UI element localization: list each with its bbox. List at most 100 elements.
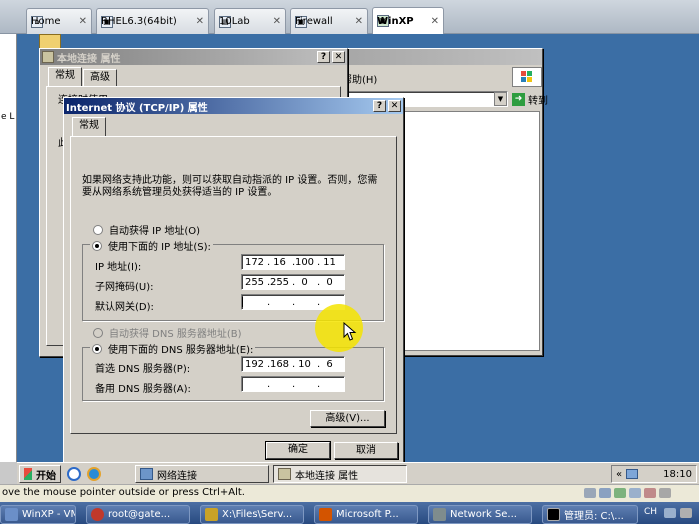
host-status-bar: ove the mouse pointer outside or press C…: [0, 484, 699, 502]
advanced-button[interactable]: 高级(V)...: [310, 410, 385, 427]
preferred-dns-field[interactable]: 192. 168. 10. 6: [241, 356, 345, 372]
host-tab-label: WinXP: [377, 15, 414, 27]
taskbar-item-label: 网络连接: [157, 470, 197, 482]
manual-dns-option[interactable]: 使用下面的 DNS 服务器地址(E):: [90, 341, 256, 356]
ie-icon[interactable]: [87, 467, 101, 481]
help-button[interactable]: ?: [373, 100, 386, 112]
tab-advanced[interactable]: 高级: [83, 69, 117, 86]
folder-icon: [205, 508, 218, 521]
host-tab-firewall[interactable]: ▣ Firewall ✕: [290, 8, 368, 34]
cdrom-icon[interactable]: [599, 488, 611, 498]
ip-octet: 10: [298, 358, 311, 370]
ip-octet: 192: [244, 358, 265, 370]
vm-desktop: 帮助(H) ▼ ➜ 转到 本地连接 属性 ? ✕ 常规 高级 连接时使用: 此: [17, 34, 699, 463]
radio-icon: [92, 240, 102, 251]
subnet-mask-label: 子网掩码(U):: [95, 282, 154, 293]
tray-icon[interactable]: [664, 508, 676, 518]
network-adapter-icon[interactable]: [614, 488, 626, 498]
browser-icon[interactable]: [67, 467, 81, 481]
radio-icon: [92, 343, 102, 354]
gateway-label: 默认网关(D):: [95, 302, 154, 313]
host-tab-rhel[interactable]: ▣ RHEL6.3(64bit) ✕: [96, 8, 209, 34]
host-task-cmd[interactable]: 管理员: C:\...: [542, 505, 638, 524]
taskbar-item-network-connections[interactable]: 网络连接: [135, 465, 269, 483]
host-task-network[interactable]: Network Se...: [428, 505, 532, 524]
preferred-dns-label: 首选 DNS 服务器(P):: [95, 364, 191, 375]
manual-dns-label: 使用下面的 DNS 服务器地址(E):: [108, 345, 254, 356]
taskbar-item-local-connection[interactable]: 本地连接 属性: [273, 465, 407, 483]
close-button[interactable]: ✕: [332, 51, 345, 63]
subnet-mask-field[interactable]: 255. 255. 0. 0: [241, 274, 345, 290]
close-icon[interactable]: ✕: [355, 16, 363, 27]
go-button[interactable]: ➜ 转到: [512, 91, 556, 108]
host-task-label: X:\Files\Serv...: [222, 509, 293, 520]
host-tab-label: Home: [31, 16, 61, 27]
alternate-dns-field[interactable]: . . .: [241, 376, 345, 392]
ip-address-field[interactable]: 172. 16. 100. 11: [241, 254, 345, 270]
tab-general[interactable]: 常规: [48, 67, 82, 86]
language-indicator[interactable]: CH: [644, 507, 657, 517]
left-panel-text: e L: [1, 112, 15, 122]
system-tray: « 18:10: [611, 465, 697, 483]
ok-button[interactable]: 确定: [265, 441, 331, 460]
tray-icon[interactable]: [680, 508, 692, 518]
ip-octet: 0: [326, 276, 333, 288]
network-icon: [42, 51, 54, 63]
host-tab-winxp[interactable]: ▣ WinXP ✕: [372, 7, 444, 34]
network-status-icon[interactable]: [626, 469, 639, 479]
hdd-icon[interactable]: [584, 488, 596, 498]
go-label: 转到: [528, 96, 548, 107]
close-button[interactable]: ✕: [388, 100, 401, 112]
back-tab-row: 常规 高级: [48, 67, 118, 86]
start-button[interactable]: 开始: [19, 465, 61, 483]
cancel-button[interactable]: 取消: [334, 442, 398, 459]
auto-ip-label: 自动获得 IP 地址(O): [109, 226, 201, 237]
chevron-left-icon[interactable]: «: [616, 469, 622, 480]
host-taskbar: WinXP - VM... root@gate... X:\Files\Serv…: [0, 502, 699, 524]
host-tab-home[interactable]: ⌂ Home ✕: [26, 8, 92, 34]
host-tab-10lab[interactable]: ▤ 10Lab ✕: [214, 8, 286, 34]
alternate-dns-label: 备用 DNS 服务器(A):: [95, 384, 191, 395]
vmware-icon: [5, 508, 18, 521]
auto-dns-label: 自动获得 DNS 服务器地址(B): [109, 329, 242, 340]
manual-ip-label: 使用下面的 IP 地址(S):: [108, 242, 211, 253]
ip-octet: 16: [273, 256, 286, 268]
guest-taskbar: 开始 网络连接 本地连接 属性 « 18:10: [17, 462, 699, 484]
mouse-pointer-icon: [343, 322, 357, 341]
chevron-down-icon[interactable]: ▼: [494, 92, 507, 106]
terminal-app-icon: [91, 508, 104, 521]
close-icon[interactable]: ✕: [79, 16, 87, 27]
host-task-winxp[interactable]: WinXP - VM...: [0, 505, 76, 524]
message-icon[interactable]: [659, 488, 671, 498]
manual-ip-option[interactable]: 使用下面的 IP 地址(S):: [90, 238, 213, 253]
ip-address-label: IP 地址(I):: [95, 262, 142, 273]
ip-octet: 6: [326, 358, 333, 370]
ip-octet: 0: [301, 276, 308, 288]
auto-dns-option[interactable]: 自动获得 DNS 服务器地址(B): [93, 325, 242, 340]
host-task-label: WinXP - VM...: [22, 509, 75, 520]
host-task-explorer[interactable]: X:\Files\Serv...: [200, 505, 304, 524]
sound-icon[interactable]: [644, 488, 656, 498]
host-task-powerpoint[interactable]: Microsoft P...: [314, 505, 418, 524]
ip-octet: 100: [294, 256, 315, 268]
tcpip-properties-dialog: Internet 协议 (TCP/IP) 属性 ? ✕ 常规 如果网络支持此功能…: [63, 97, 404, 463]
close-icon[interactable]: ✕: [431, 16, 439, 27]
host-task-label: Network Se...: [450, 509, 517, 520]
usb-icon[interactable]: [629, 488, 641, 498]
ip-octet: 168: [269, 358, 290, 370]
tab-general[interactable]: 常规: [72, 117, 106, 136]
clock: 18:10: [663, 468, 692, 480]
ip-octet: 255: [269, 276, 290, 288]
status-device-icons: [584, 488, 671, 498]
close-icon[interactable]: ✕: [196, 16, 204, 27]
close-icon[interactable]: ✕: [273, 16, 281, 27]
host-task-ssh[interactable]: root@gate...: [86, 505, 190, 524]
auto-ip-option[interactable]: 自动获得 IP 地址(O): [93, 222, 200, 237]
dialog-title: Internet 协议 (TCP/IP) 属性: [66, 102, 208, 114]
host-left-panel: e L: [0, 34, 17, 462]
ip-octet: 172: [244, 256, 265, 268]
host-tab-label: Firewall: [295, 16, 333, 27]
network-icon: [433, 508, 446, 521]
help-button[interactable]: ?: [317, 51, 330, 63]
status-text: ove the mouse pointer outside or press C…: [2, 487, 245, 498]
